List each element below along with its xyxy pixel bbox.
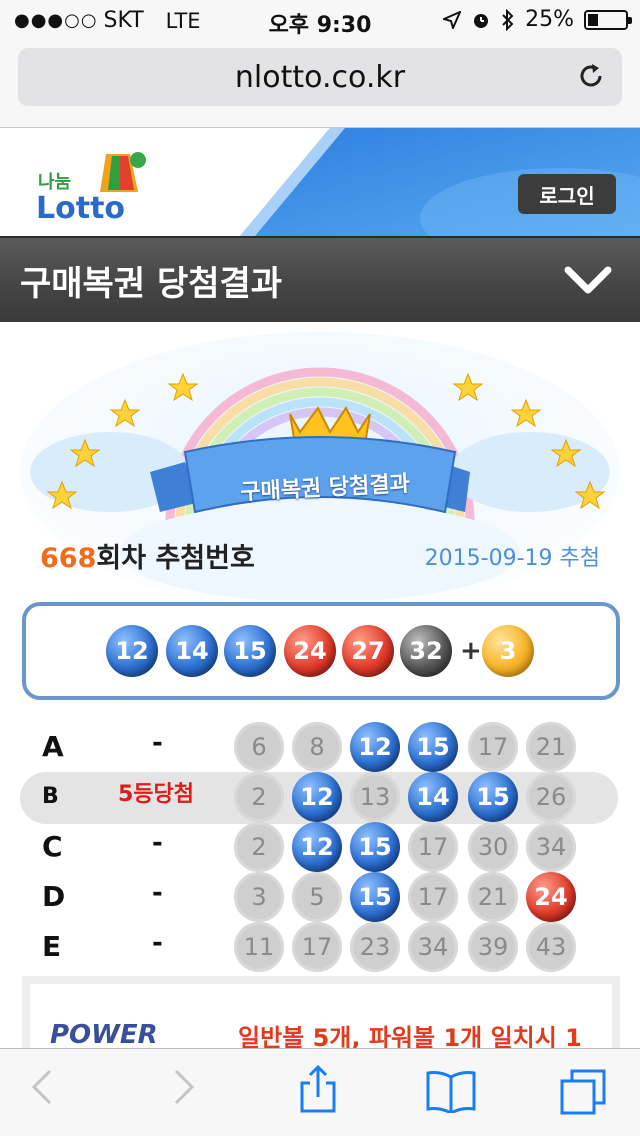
matched-ball: 14 [408, 772, 458, 822]
game-label: B [42, 784, 59, 809]
matched-ball: 15 [350, 872, 400, 922]
game-result: - [152, 878, 163, 908]
address-bar[interactable]: nlotto.co.kr [18, 48, 622, 106]
game-label: E [42, 930, 62, 963]
round-heading: 668회차 추첨번호 [40, 536, 255, 575]
game-result: - [152, 928, 163, 958]
unmatched-ball: 11 [234, 922, 284, 972]
logo-graphic: 나눔 Lotto [36, 152, 146, 226]
alarm-icon [474, 13, 489, 28]
matched-ball: 12 [350, 722, 400, 772]
unmatched-ball: 17 [468, 722, 518, 772]
game-result: - [152, 828, 163, 858]
unmatched-ball: 17 [292, 922, 342, 972]
status-bar: ●●●○○ SKT LTE 오후 9:30 25% [0, 0, 640, 40]
round-number: 668 [40, 543, 97, 574]
game-result: 5등당첨 [118, 782, 195, 807]
bookmarks-icon[interactable] [424, 1069, 478, 1113]
unmatched-ball: 2 [234, 772, 284, 822]
section-header[interactable]: 구매복권 당첨결과 [0, 236, 640, 322]
bonus-plus: + [460, 636, 482, 666]
site-header: 나눔 Lotto 로그인 [0, 128, 640, 236]
winning-ball: 15 [224, 625, 276, 677]
unmatched-ball: 43 [526, 922, 576, 972]
location-icon [443, 10, 462, 29]
back-icon[interactable] [30, 1067, 54, 1107]
bonus-ball: 3 [482, 625, 534, 677]
unmatched-ball: 8 [292, 722, 342, 772]
game-label: A [42, 730, 64, 763]
power-logo: POWER [50, 1020, 158, 1050]
svg-text:Lotto: Lotto [36, 191, 125, 224]
unmatched-ball: 34 [408, 922, 458, 972]
game-result: - [152, 728, 163, 758]
winning-ball: 14 [166, 625, 218, 677]
battery-fill [588, 13, 598, 26]
share-icon[interactable] [298, 1063, 338, 1115]
unmatched-ball: 34 [526, 822, 576, 872]
unmatched-ball: 17 [408, 822, 458, 872]
browser-toolbar [0, 1048, 640, 1136]
svg-text:나눔: 나눔 [38, 172, 71, 193]
unmatched-ball: 21 [468, 872, 518, 922]
winning-ball: 32 [400, 625, 452, 677]
url-text: nlotto.co.kr [234, 59, 406, 95]
bluetooth-icon [502, 8, 514, 31]
matched-ball: 12 [292, 772, 342, 822]
matched-ball: 15 [468, 772, 518, 822]
winning-numbers-box: + 12 14 15 24 27 32 3 [22, 602, 620, 700]
status-right: 25% [443, 7, 632, 32]
round-suffix: 회차 추첨번호 [96, 543, 255, 574]
unmatched-ball: 21 [526, 722, 576, 772]
unmatched-ball: 2 [234, 822, 284, 872]
tabs-icon[interactable] [558, 1067, 608, 1115]
matched-ball: 24 [526, 872, 576, 922]
winning-ball: 24 [284, 625, 336, 677]
nanum-lotto-logo[interactable]: 나눔 Lotto [34, 144, 154, 226]
winning-ball: 27 [342, 625, 394, 677]
reload-icon[interactable] [576, 61, 606, 91]
unmatched-ball: 5 [292, 872, 342, 922]
unmatched-ball: 23 [350, 922, 400, 972]
unmatched-ball: 30 [468, 822, 518, 872]
section-title: 구매복권 당첨결과 [20, 264, 283, 304]
matched-ball: 15 [350, 822, 400, 872]
forward-icon[interactable] [172, 1067, 196, 1107]
chevron-down-icon[interactable] [564, 262, 612, 298]
battery-percent: 25% [525, 7, 574, 32]
game-label: D [42, 880, 66, 913]
unmatched-ball: 6 [234, 722, 284, 772]
login-button[interactable]: 로그인 [518, 174, 616, 214]
powerball-ad[interactable]: POWER 일반볼 5개, 파워볼 1개 일치시 1등! [22, 976, 620, 1087]
battery-icon [584, 9, 632, 30]
unmatched-ball: 39 [468, 922, 518, 972]
browser-chrome: nlotto.co.kr [0, 40, 640, 128]
unmatched-ball: 17 [408, 872, 458, 922]
winning-ball: 12 [106, 625, 158, 677]
unmatched-ball: 26 [526, 772, 576, 822]
draw-date: 2015-09-19 추첨 [424, 546, 600, 571]
matched-ball: 12 [292, 822, 342, 872]
unmatched-ball: 13 [350, 772, 400, 822]
matched-ball: 15 [408, 722, 458, 772]
unmatched-ball: 3 [234, 872, 284, 922]
game-label: C [42, 830, 63, 863]
